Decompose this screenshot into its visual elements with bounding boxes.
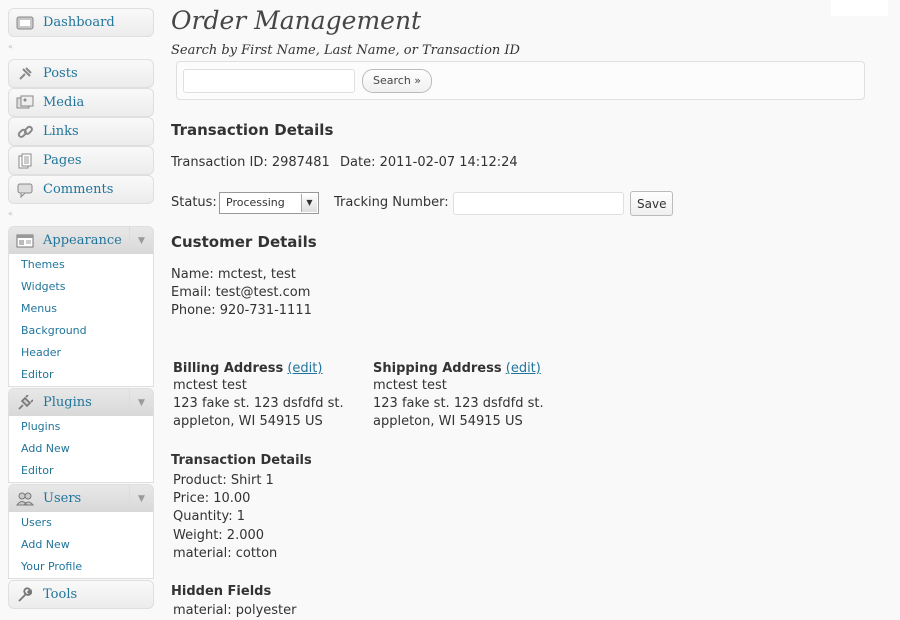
status-value: Processing: [226, 196, 285, 209]
status-label: Status:: [171, 195, 217, 210]
customer-name: Name: mctest, test: [171, 267, 296, 282]
billing-edit-link[interactable]: (edit): [287, 361, 322, 376]
submenu-header[interactable]: Header: [9, 342, 153, 364]
menu-separator[interactable]: «: [8, 207, 154, 221]
shipping-line: 123 fake st. 123 dsfdfd st.: [373, 396, 544, 411]
submenu-add-new-user[interactable]: Add New: [9, 534, 153, 556]
users-icon: [15, 489, 35, 509]
transaction-id: Transaction ID: 2987481: [171, 155, 330, 170]
hidden-field-line: material: polyester: [173, 603, 297, 618]
main-content: Order Management Search by First Name, L…: [171, 0, 900, 618]
admin-sidebar: Dashboard « Posts Media Links Pages Comm…: [8, 0, 154, 610]
submenu-plugin-editor[interactable]: Editor: [9, 460, 153, 482]
menu-plugins[interactable]: Plugins ▼: [8, 388, 154, 417]
menu-posts[interactable]: Posts: [8, 59, 154, 88]
top-right-tab[interactable]: [831, 0, 888, 16]
menu-tools[interactable]: Tools: [8, 580, 154, 609]
detail-line: Price: 10.00: [173, 491, 251, 506]
menu-pages-label: Pages: [43, 153, 82, 168]
menu-appearance-label: Appearance: [43, 233, 122, 248]
shipping-line: mctest test: [373, 378, 447, 393]
tracking-label: Tracking Number:: [334, 195, 449, 210]
plugins-submenu: Plugins Add New Editor: [8, 416, 154, 483]
menu-links[interactable]: Links: [8, 117, 154, 146]
menu-plugins-label: Plugins: [43, 395, 92, 410]
tracking-number-input[interactable]: [453, 192, 624, 215]
submenu-themes[interactable]: Themes: [9, 254, 153, 276]
menu-pages[interactable]: Pages: [8, 146, 154, 175]
chevron-down-icon[interactable]: ▼: [129, 485, 153, 512]
menu-posts-label: Posts: [43, 66, 78, 81]
chevron-down-icon[interactable]: ▼: [129, 389, 153, 416]
speech-bubble-icon: [15, 180, 35, 200]
submenu-editor[interactable]: Editor: [9, 364, 153, 386]
menu-comments[interactable]: Comments: [8, 175, 154, 204]
media-icon: [15, 93, 35, 113]
search-button[interactable]: Search »: [362, 69, 433, 93]
appearance-icon: [15, 231, 35, 251]
submenu-users[interactable]: Users: [9, 512, 153, 534]
detail-line: Weight: 2.000: [173, 528, 265, 543]
menu-comments-label: Comments: [43, 182, 114, 197]
shipping-address-title: Shipping Address: [373, 361, 502, 376]
menu-separator[interactable]: «: [8, 40, 154, 54]
shipping-line: appleton, WI 54915 US: [373, 414, 523, 429]
customer-email: Email: test@test.com: [171, 285, 311, 300]
save-button[interactable]: Save: [630, 191, 674, 216]
transaction-date: Date: 2011-02-07 14:12:24: [340, 155, 518, 170]
customer-details-heading: Customer Details: [171, 233, 317, 251]
wrench-icon: [15, 585, 35, 605]
appearance-submenu: Themes Widgets Menus Background Header E…: [8, 254, 154, 387]
menu-dashboard[interactable]: Dashboard: [8, 8, 154, 37]
hidden-fields-heading: Hidden Fields: [171, 584, 272, 599]
menu-users[interactable]: Users ▼: [8, 484, 154, 513]
billing-address-heading: Billing Address (edit): [173, 360, 322, 378]
billing-address-title: Billing Address: [173, 361, 284, 376]
menu-links-label: Links: [43, 124, 79, 139]
submenu-widgets[interactable]: Widgets: [9, 276, 153, 298]
search-input[interactable]: [183, 69, 355, 93]
chevron-down-icon[interactable]: ▼: [129, 227, 153, 254]
detail-line: Product: Shirt 1: [173, 473, 274, 488]
menu-users-label: Users: [43, 491, 82, 506]
status-select[interactable]: Processing ▼: [219, 192, 319, 214]
search-hint: Search by First Name, Last Name, or Tran…: [171, 43, 520, 58]
menu-appearance[interactable]: Appearance ▼: [8, 226, 154, 255]
transaction-items-heading: Transaction Details: [171, 453, 312, 468]
menu-dashboard-label: Dashboard: [43, 15, 115, 30]
detail-line: material: cotton: [173, 546, 278, 561]
menu-media-label: Media: [43, 95, 85, 110]
pages-icon: [15, 151, 35, 171]
detail-line: Quantity: 1: [173, 509, 246, 524]
chain-link-icon: [15, 122, 35, 142]
dashboard-icon: [15, 13, 35, 33]
page-title: Order Management: [171, 6, 422, 35]
submenu-your-profile[interactable]: Your Profile: [9, 556, 153, 578]
billing-line: 123 fake st. 123 dsfdfd st.: [173, 396, 344, 411]
menu-tools-label: Tools: [43, 587, 78, 602]
plug-icon: [15, 393, 35, 413]
shipping-edit-link[interactable]: (edit): [506, 361, 541, 376]
transaction-details-heading: Transaction Details: [171, 121, 334, 139]
submenu-menus[interactable]: Menus: [9, 298, 153, 320]
chevron-down-icon: ▼: [301, 194, 317, 212]
billing-line: mctest test: [173, 378, 247, 393]
submenu-plugins[interactable]: Plugins: [9, 416, 153, 438]
pushpin-icon: [15, 64, 35, 84]
submenu-background[interactable]: Background: [9, 320, 153, 342]
menu-media[interactable]: Media: [8, 88, 154, 117]
users-submenu: Users Add New Your Profile: [8, 512, 154, 579]
customer-phone: Phone: 920-731-1111: [171, 303, 312, 318]
search-panel: Search »: [176, 61, 865, 100]
billing-line: appleton, WI 54915 US: [173, 414, 323, 429]
submenu-add-new-plugin[interactable]: Add New: [9, 438, 153, 460]
shipping-address-heading: Shipping Address (edit): [373, 360, 541, 378]
